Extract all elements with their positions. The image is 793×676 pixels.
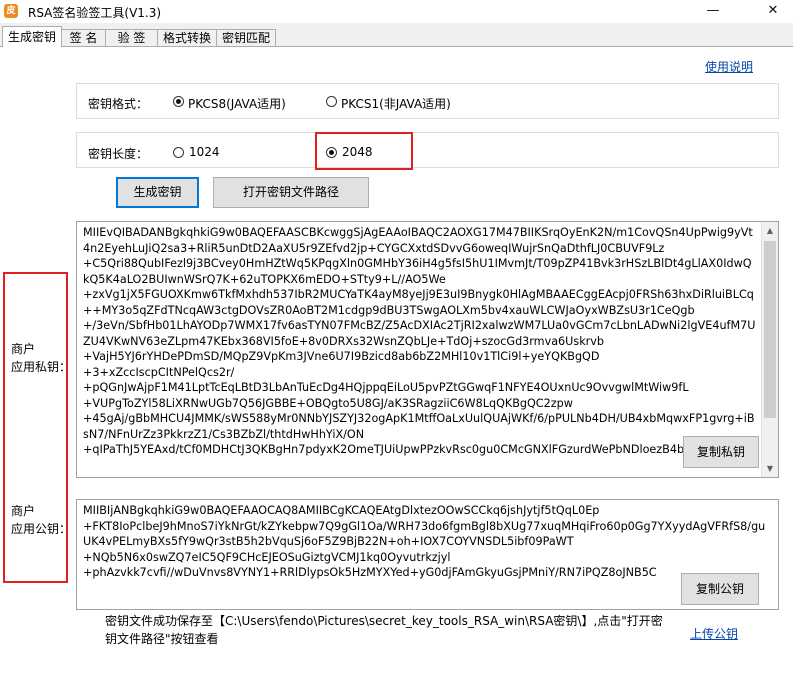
private-key-text[interactable]: MIIEvQIBADANBgkqhkiG9w0BAQEFAASCBKcwggSj… bbox=[83, 225, 758, 458]
pkcs8-radio[interactable] bbox=[173, 96, 184, 107]
close-icon: ✕ bbox=[767, 3, 779, 18]
length-1024-label[interactable]: 1024 bbox=[189, 145, 220, 159]
key-length-label: 密钥长度： bbox=[88, 147, 149, 161]
scroll-thumb[interactable] bbox=[764, 241, 776, 418]
private-key-scrollbar[interactable]: ▲ ▼ bbox=[761, 222, 778, 477]
tab-sign[interactable]: 签 名 bbox=[61, 29, 106, 46]
generate-key-button[interactable]: 生成密钥 bbox=[116, 177, 199, 208]
copy-public-key-button[interactable]: 复制公钥 bbox=[681, 573, 759, 605]
length-1024-radio[interactable] bbox=[173, 147, 184, 158]
pkcs8-label[interactable]: PKCS8(JAVA适用) bbox=[188, 95, 286, 112]
public-key-label: 商户 应用公钥： bbox=[11, 502, 71, 538]
tab-generate-key[interactable]: 生成密钥 bbox=[2, 26, 62, 47]
title-bar: 皮 RSA签名验签工具(V1.3) — ✕ bbox=[0, 0, 793, 23]
help-link[interactable]: 使用说明 bbox=[705, 58, 753, 75]
scroll-down-icon[interactable]: ▼ bbox=[762, 460, 778, 477]
scroll-up-icon[interactable]: ▲ bbox=[762, 222, 778, 239]
minimize-icon: — bbox=[706, 3, 720, 18]
private-key-label: 商户 应用私钥： bbox=[11, 340, 71, 376]
private-key-label-line1: 商户 bbox=[11, 342, 36, 356]
tab-bar: 生成密钥 签 名 验 签 格式转换 密钥匹配 bbox=[0, 26, 793, 47]
save-status-message: 密钥文件成功保存至【C:\Users\fendo\Pictures\secret… bbox=[105, 614, 663, 646]
public-key-textarea[interactable]: MIIBIjANBgkqhkiG9w0BAQEFAAOCAQ8AMIIBCgKC… bbox=[76, 499, 779, 610]
minimize-button[interactable]: — bbox=[693, 0, 733, 23]
copy-private-key-button[interactable]: 复制私钥 bbox=[683, 436, 759, 468]
pkcs1-radio[interactable] bbox=[326, 96, 337, 107]
upload-public-key-link[interactable]: 上传公钥 bbox=[690, 625, 738, 642]
public-key-label-line1: 商户 bbox=[11, 504, 36, 518]
tab-verify[interactable]: 验 签 bbox=[105, 29, 158, 46]
tab-key-match[interactable]: 密钥匹配 bbox=[216, 29, 276, 46]
close-button[interactable]: ✕ bbox=[753, 0, 793, 23]
app-logo-icon: 皮 bbox=[4, 4, 18, 18]
length-highlight-box bbox=[315, 132, 413, 170]
public-key-label-line2: 应用公钥： bbox=[11, 522, 72, 536]
private-key-textarea[interactable]: MIIEvQIBADANBgkqhkiG9w0BAQEFAASCBKcwggSj… bbox=[76, 221, 779, 478]
private-key-label-line2: 应用私钥： bbox=[11, 360, 72, 374]
window-title: RSA签名验签工具(V1.3) bbox=[28, 6, 162, 20]
public-key-text[interactable]: MIIBIjANBgkqhkiG9w0BAQEFAAOCAQ8AMIIBCgKC… bbox=[83, 503, 772, 581]
open-key-path-button[interactable]: 打开密钥文件路径 bbox=[213, 177, 369, 208]
tab-format-convert[interactable]: 格式转换 bbox=[157, 29, 217, 46]
key-format-label: 密钥格式： bbox=[88, 97, 149, 111]
pkcs1-label[interactable]: PKCS1(非JAVA适用) bbox=[341, 95, 451, 112]
